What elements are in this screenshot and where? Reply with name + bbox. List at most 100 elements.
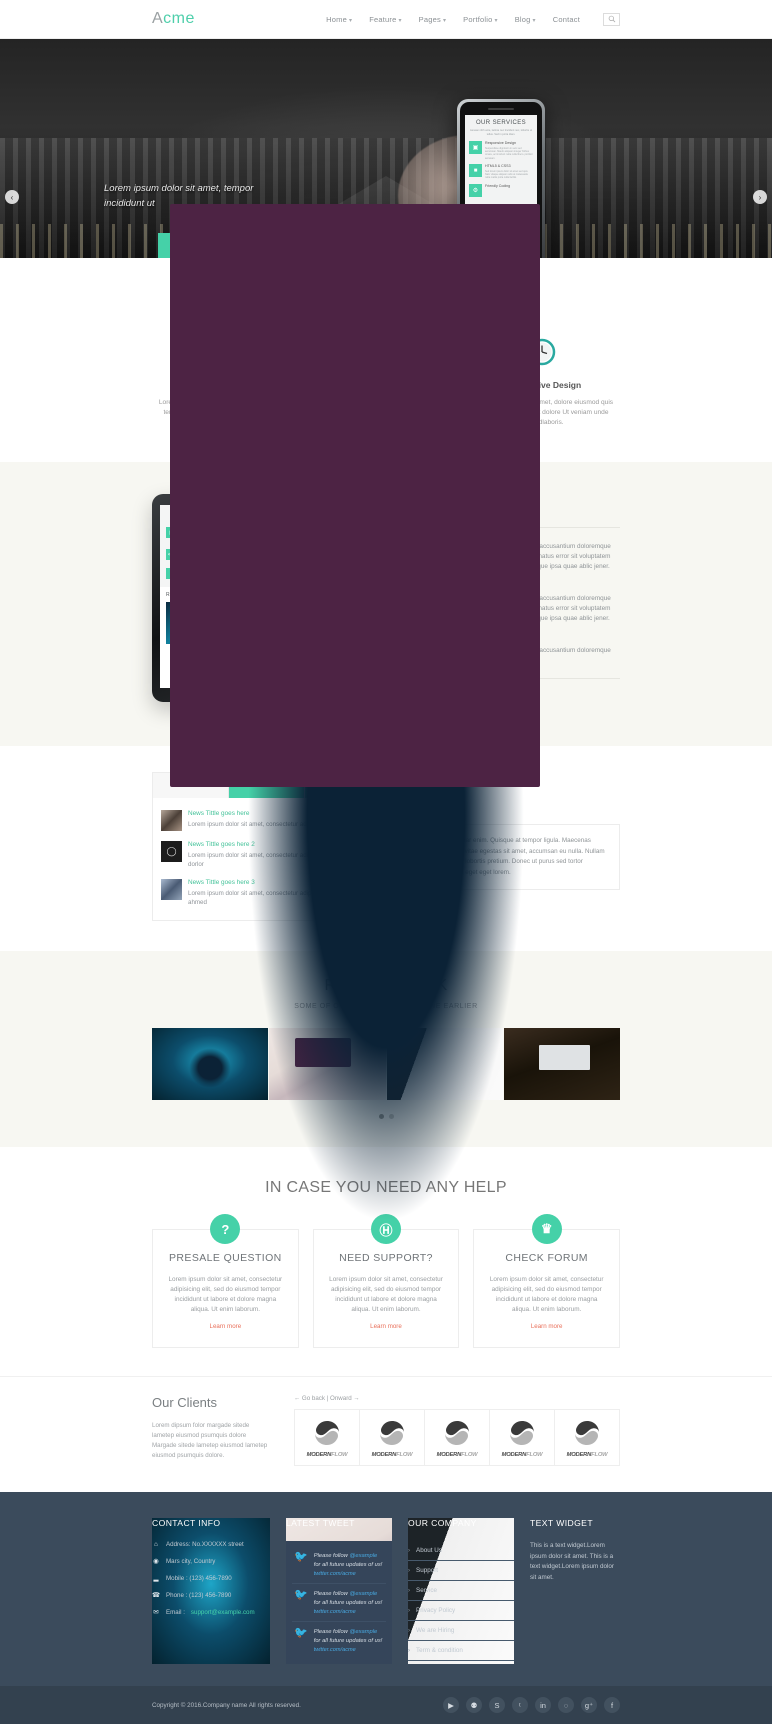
news-thumbnail	[161, 810, 182, 831]
footer-link-about-us[interactable]: › About Us	[408, 1541, 514, 1561]
footer-tweets-column: LATEST TWEET 🐦 Please follow @example fo…	[286, 1518, 392, 1664]
contact-address: ⌂ Address: No.XXXXXX street	[152, 1541, 270, 1548]
carousel-next-arrow[interactable]: ›	[753, 190, 767, 204]
learn-more-link[interactable]: Learn more	[531, 1323, 563, 1330]
site-logo[interactable]: Acme	[152, 10, 195, 28]
tweet-link[interactable]: twitter.com/acme	[314, 1647, 384, 1653]
nav-label: Contact	[552, 14, 580, 24]
footer-link-term-condition[interactable]: › Term & condition	[408, 1641, 514, 1661]
contact-city: ◉ Mars city, Country	[152, 1557, 270, 1566]
carousel-prev-arrow[interactable]: ‹	[5, 190, 19, 204]
client-logo-name: MODERNFLOW	[436, 1452, 478, 1458]
footer-link-label[interactable]: Support	[416, 1567, 438, 1574]
footer-link-label[interactable]: Service	[416, 1587, 437, 1594]
nav-item-home[interactable]: Home ▾	[326, 15, 352, 24]
contact-email-link[interactable]: support@example.com	[191, 1609, 255, 1616]
tweet-item: 🐦 Please follow @example for all future …	[292, 1546, 386, 1584]
chevron-down-icon: ▾	[532, 17, 536, 24]
phone-service-title: Responsive Design	[485, 141, 516, 145]
footer-link-label[interactable]: Term & condition	[416, 1647, 463, 1654]
footer-company-column: OUR COMPANY › About Us › Support › Service …	[408, 1518, 514, 1664]
clients-go-back-link[interactable]: ← Go back	[294, 1395, 325, 1402]
footer-link-support[interactable]: › Support	[408, 1561, 514, 1581]
nav-item-pages[interactable]: Pages ▾	[419, 15, 447, 24]
linkedin-icon[interactable]: in	[535, 1697, 551, 1713]
page-root: Acme Home ▾ Feature ▾ Pages ▾ Portfolio ▾ Bl…	[0, 0, 772, 1724]
question-mark-icon: ?	[210, 1214, 241, 1244]
phone-service-desc: Suspendisse dignissim in sem sed accumsa…	[485, 146, 533, 160]
footer-link-label[interactable]: We are Hiring	[416, 1627, 454, 1634]
learn-more-link[interactable]: Learn more	[210, 1323, 242, 1330]
contact-text: Mobile : (123) 456-7890	[166, 1574, 232, 1582]
phone-services-title: OUR SERVICES	[475, 120, 527, 126]
clients-title: Our Clients	[152, 1395, 218, 1410]
skype-icon[interactable]: S	[489, 1697, 505, 1713]
location-pin-icon: ◉	[153, 1558, 159, 1565]
footer-company-title: OUR COMPANY	[408, 1518, 477, 1528]
logo-part-2: cme	[163, 10, 195, 27]
nav-item-blog[interactable]: Blog ▾	[515, 15, 536, 24]
client-logo-name: MODERNFLOW	[566, 1452, 608, 1458]
chevron-down-icon: ▾	[398, 17, 402, 24]
contact-text: Mars city, Country	[166, 1557, 216, 1565]
footer-link-label[interactable]: About Us	[416, 1547, 442, 1554]
tweet-link[interactable]: twitter.com/acme	[314, 1609, 384, 1615]
modernflow-swirl-icon	[507, 1418, 537, 1448]
youtube-icon[interactable]: ▶	[443, 1697, 459, 1713]
nav-item-feature[interactable]: Feature ▾	[369, 15, 401, 24]
contact-phone: ☎ Phone : (123) 456-7890	[152, 1591, 270, 1600]
footer-text-widget-body: This is a text widget.Lorem ipsum dolor …	[530, 1542, 614, 1581]
phone-service-item: ■ HTML5 & CSS3 Sed lorem ipsum dolor sit…	[469, 164, 533, 180]
chevron-right-icon: ›	[408, 1607, 410, 1614]
nav-label: Home	[326, 14, 347, 24]
clients-section: Our Clients Lorem dipsum folor margade s…	[0, 1376, 772, 1492]
dribbble-icon[interactable]: ◌	[558, 1697, 574, 1713]
facebook-icon[interactable]: f	[604, 1697, 620, 1713]
footer-link-we-are-hiring[interactable]: › We are Hiring	[408, 1621, 514, 1641]
chevron-right-icon: ›	[408, 1627, 410, 1634]
chevron-right-icon: ›	[408, 1647, 410, 1654]
footer-link-service[interactable]: › Service	[408, 1581, 514, 1601]
home-icon: ⌂	[154, 1541, 158, 1548]
nav-label: Feature	[369, 14, 397, 24]
chevron-right-icon: ›	[408, 1547, 410, 1554]
client-logo-1[interactable]: MODERNFLOW	[295, 1410, 360, 1465]
clients-onward-link[interactable]: Onward →	[330, 1395, 360, 1402]
footer-text-widget-column: TEXT WIDGET This is a text widget.Lorem …	[530, 1518, 620, 1664]
client-logo-4[interactable]: MODERNFLOW	[490, 1410, 555, 1465]
twitter-bird-icon: 🐦	[294, 1589, 308, 1601]
nav-item-contact[interactable]: Contact	[553, 15, 580, 24]
site-header: Acme Home ▾ Feature ▾ Pages ▾ Portfolio ▾ Bl…	[0, 0, 772, 39]
contact-text: Phone : (123) 456-7890	[166, 1591, 232, 1599]
search-button[interactable]	[603, 12, 620, 26]
clients-carousel-nav: ← Go back | Onward →	[294, 1395, 620, 1402]
copyright-bar: Copyright © 2016.Company name All rights…	[0, 1686, 772, 1724]
users-group-icon: ♛	[531, 1214, 562, 1244]
twitter-bird-icon: 🐦	[294, 1627, 308, 1639]
client-logo-list: MODERNFLOW MODERNFLOW MODERNFLOW MODERNF…	[294, 1409, 620, 1466]
footer-contact-column: CONTACT INFO ⌂ Address: No.XXXXXX street…	[152, 1518, 270, 1664]
modernflow-swirl-icon	[312, 1418, 342, 1448]
twitter-icon[interactable]: ᵗ	[512, 1697, 528, 1713]
phone-service-desc: Sed lorem ipsum dolor sit amet sed quis.…	[485, 169, 529, 180]
github-icon[interactable]: ⚉	[466, 1697, 482, 1713]
phone-service-item: ▣ Responsive Design Suspendisse dignissi…	[469, 141, 533, 160]
tweet-item: 🐦 Please follow @example for all future …	[292, 1584, 386, 1622]
nav-item-portfolio[interactable]: Portfolio ▾	[463, 15, 498, 24]
client-logo-2[interactable]: MODERNFLOW	[360, 1410, 425, 1465]
footer-link-label[interactable]: Privacy Policy	[416, 1607, 455, 1614]
help-card-presale: ? PRESALE QUESTION Lorem ipsum dolor sit…	[152, 1214, 299, 1348]
contact-text: Address: No.XXXXXX street	[166, 1541, 244, 1548]
learn-more-link[interactable]: Learn more	[370, 1323, 402, 1330]
phone-service-title: HTML5 & CSS3	[485, 164, 511, 169]
monitor-icon: ▣	[469, 141, 482, 154]
help-card-desc: Lorem ipsum dolor sit amet, consectetur …	[328, 1275, 445, 1315]
client-logo-name: MODERNFLOW	[306, 1452, 348, 1458]
footer-link-privacy-policy[interactable]: › Privacy Policy	[408, 1601, 514, 1621]
footer-text-widget-title: TEXT WIDGET	[530, 1518, 593, 1528]
tweet-link[interactable]: twitter.com/acme	[314, 1571, 384, 1577]
social-icon-list: ▶ ⚉ S ᵗ in ◌ g⁺ f	[443, 1697, 620, 1713]
client-logo-3[interactable]: MODERNFLOW	[425, 1410, 490, 1465]
google-plus-icon[interactable]: g⁺	[581, 1697, 597, 1713]
client-logo-5[interactable]: MODERNFLOW	[555, 1410, 619, 1465]
